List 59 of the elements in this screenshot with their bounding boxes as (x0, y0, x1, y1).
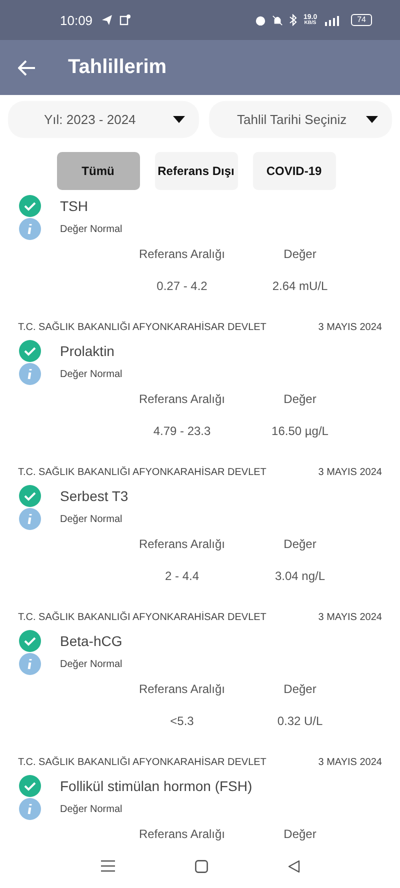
reference-range: <5.3 (169, 714, 195, 728)
filter-tab[interactable]: Tümü (56, 152, 140, 190)
column-label: Değer (282, 827, 318, 841)
info-icon[interactable] (19, 653, 41, 675)
test-name: Prolaktin (60, 343, 114, 359)
paper-plane-icon (100, 14, 113, 26)
test-name: Follikül stimülan hormon (FSH) (60, 778, 252, 794)
back-arrow-icon[interactable] (18, 60, 36, 76)
column-label: Referans Aralığı (138, 537, 226, 551)
bluetooth-icon (289, 14, 298, 26)
status-text: Değer Normal (60, 514, 122, 524)
column-label: Referans Aralığı (138, 682, 226, 696)
status-time: 10:09 (60, 12, 93, 28)
institution-name: T.C. SAĞLIK BAKANLIĞI AFYONKARAHİSAR DEVLET (18, 756, 266, 768)
notification-icon (118, 14, 131, 26)
reference-range: 0.27 - 4.2 (156, 279, 208, 293)
status-text: Değer Normal (60, 368, 122, 380)
column-label: Referans Aralığı (138, 827, 226, 841)
status-text: Değer Normal (60, 804, 122, 814)
result-date: 3 MAYIS 2024 (318, 756, 382, 768)
test-name: Serbest T3 (60, 488, 128, 504)
status-text: Değer Normal (60, 658, 122, 670)
filter-tab[interactable]: COVID-19 (252, 152, 336, 190)
result-value: 3.04 ng/L (274, 569, 326, 583)
back-icon[interactable] (288, 860, 300, 872)
result-date: 3 MAYIS 2024 (318, 612, 382, 622)
reference-range: 2 - 4.4 (164, 569, 200, 583)
column-label: Değer (282, 247, 318, 261)
caret-icon (366, 116, 378, 123)
column-label: Değer (282, 537, 318, 551)
result-date: 3 MAYIS 2024 (318, 466, 382, 478)
info-icon[interactable] (19, 508, 41, 530)
result-value: 16.50 µg/L (270, 424, 330, 438)
test-name: TSH (60, 198, 88, 214)
column-label: Referans Aralığı (138, 392, 226, 406)
column-label: Değer (282, 392, 318, 406)
home-icon[interactable] (194, 860, 208, 872)
institution-name: T.C. SAĞLIK BAKANLIĞI AFYONKARAHİSAR DEVLET (18, 612, 266, 622)
column-label: Değer (282, 682, 318, 696)
screen-title: Tahlillerim (68, 56, 167, 79)
info-icon[interactable] (19, 363, 41, 385)
status-text: Değer Normal (60, 224, 122, 234)
reference-range: 4.79 - 23.3 (152, 424, 212, 438)
test-name: Beta-hCG (60, 633, 122, 649)
result-value: 0.32 U/L (276, 714, 324, 728)
info-icon[interactable] (19, 798, 41, 820)
institution-name: T.C. SAĞLIK BAKANLIĞI AFYONKARAHİSAR DEVLET (18, 322, 266, 332)
menu-icon[interactable] (100, 860, 114, 872)
column-label: Referans Aralığı (138, 247, 226, 261)
battery-indicator: 74 (351, 14, 372, 26)
institution-name: T.C. SAĞLIK BAKANLIĞI AFYONKARAHİSAR DEVLET (18, 466, 266, 478)
result-date: 3 MAYIS 2024 (318, 322, 382, 332)
caret-icon (173, 116, 185, 123)
info-icon[interactable] (19, 218, 41, 240)
bell-muted-icon (272, 14, 284, 26)
dropdown[interactable]: Tahlil Tarihi Seçiniz (209, 101, 392, 138)
dropdown[interactable]: Yıl: 2023 - 2024 (8, 101, 199, 138)
filter-tab[interactable]: Referans Dışı (154, 152, 238, 190)
result-value: 2.64 mU/L (271, 279, 329, 293)
